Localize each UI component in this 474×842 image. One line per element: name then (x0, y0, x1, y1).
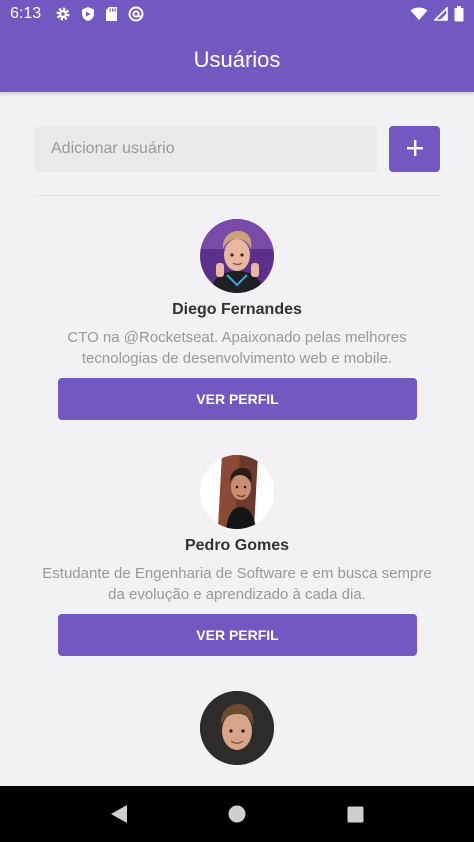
signal-icon (434, 7, 448, 21)
avatar (200, 219, 274, 293)
status-system-icons (410, 6, 464, 22)
battery-icon (454, 6, 464, 22)
user-name: Diego Fernandes (172, 301, 302, 318)
recents-icon[interactable] (335, 794, 375, 834)
gear-icon (55, 6, 71, 22)
android-nav-bar (0, 786, 474, 842)
add-user-form (34, 126, 440, 172)
plus-icon (406, 139, 424, 160)
wifi-icon (410, 7, 428, 21)
add-user-button[interactable] (389, 126, 440, 172)
page-title: Usuários (193, 47, 281, 72)
sd-card-icon (105, 6, 118, 22)
status-bar: 6:13 (0, 0, 474, 28)
user-card: Pedro Gomes Estudante de Engenharia de S… (34, 455, 440, 665)
user-bio: CTO na @Rocketseat. Apaixonado pelas mel… (67, 329, 407, 367)
avatar (200, 691, 274, 765)
divider (34, 195, 440, 196)
home-icon[interactable] (217, 794, 257, 834)
back-icon[interactable] (99, 794, 139, 834)
status-time: 6:13 (10, 5, 42, 22)
shield-icon (81, 6, 95, 22)
user-bio: Estudante de Engenharia de Software e em… (42, 565, 432, 603)
at-sign-icon (128, 6, 144, 22)
user-card: Diego Fernandes CTO na @Rocketseat. Apai… (34, 219, 440, 429)
app-header: Usuários (0, 28, 474, 92)
view-profile-button[interactable]: VER PERFIL (58, 378, 417, 420)
add-user-input[interactable] (34, 126, 377, 172)
user-name: Pedro Gomes (184, 537, 290, 554)
status-notification-icons (55, 6, 144, 22)
avatar (200, 455, 274, 529)
main-content[interactable]: Diego Fernandes CTO na @Rocketseat. Apai… (0, 92, 474, 786)
view-profile-button[interactable]: VER PERFIL (58, 614, 417, 656)
user-card (34, 691, 440, 786)
